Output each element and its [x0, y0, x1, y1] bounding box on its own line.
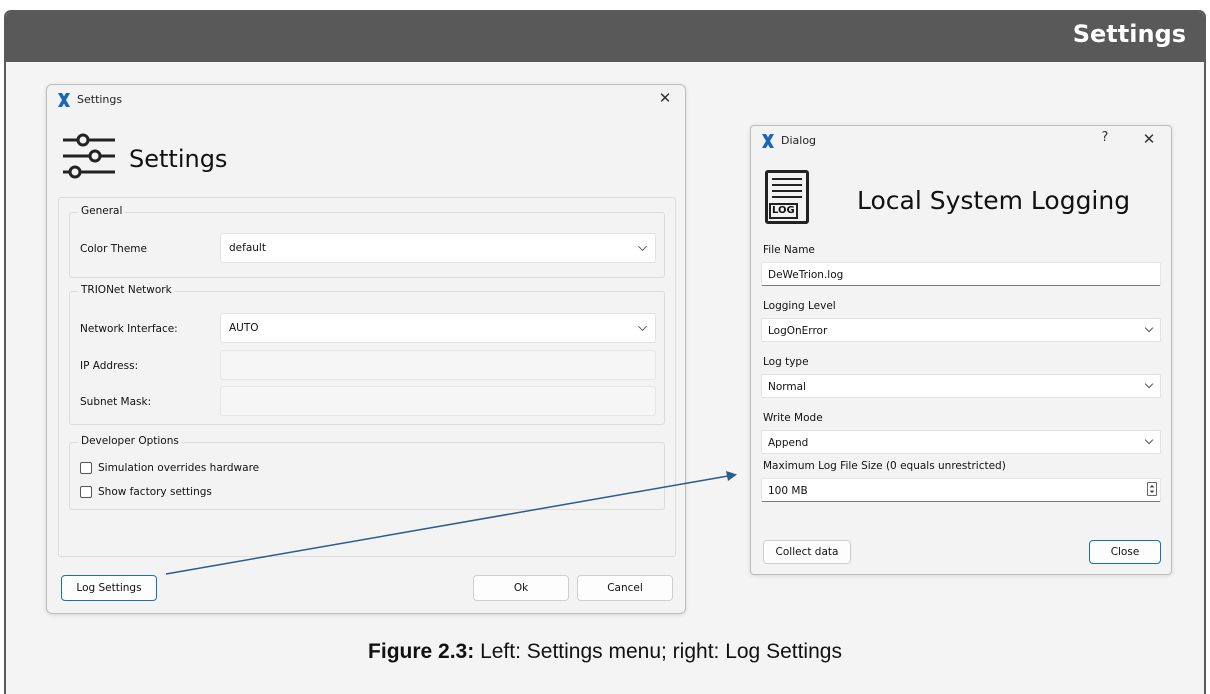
checkbox-icon[interactable] [80, 462, 92, 474]
figure-caption: Figure 2.3: Left: Settings menu; right: … [0, 640, 1210, 664]
write-mode-label: Write Mode [763, 412, 823, 424]
caption-text: Left: Settings menu; right: Log Settings [474, 640, 842, 663]
log-type-label: Log type [763, 356, 809, 368]
settings-window-title: Settings [77, 93, 123, 106]
settings-panel: General Color Theme default TRIONet Netw… [58, 197, 676, 557]
frame-header: Settings [6, 12, 1204, 62]
group-trionet-title: TRIONet Network [78, 284, 175, 296]
sliders-icon [63, 133, 115, 179]
spin-icon[interactable] [1147, 482, 1157, 496]
log-dialog: Dialog ? ✕ LOG Local System Logging File… [750, 125, 1172, 575]
color-theme-value: default [229, 242, 266, 254]
dialog-titlebar: Dialog ? ✕ [751, 126, 1171, 156]
network-interface-label: Network Interface: [80, 323, 178, 335]
factory-label: Show factory settings [98, 486, 212, 498]
file-name-input[interactable]: DeWeTrion.log [761, 262, 1161, 286]
chevron-down-icon [1144, 379, 1154, 389]
subnet-mask-field[interactable] [220, 386, 656, 416]
color-theme-label: Color Theme [80, 243, 147, 255]
logging-level-label: Logging Level [763, 300, 836, 312]
collect-data-button[interactable]: Collect data [763, 540, 851, 564]
chevron-down-icon [638, 322, 647, 331]
settings-header: Settings [129, 145, 228, 173]
settings-titlebar: Settings ✕ [47, 85, 685, 115]
network-interface-value: AUTO [229, 322, 259, 334]
log-file-icon: LOG [765, 170, 809, 224]
max-size-spinbox[interactable]: 100 MB [761, 478, 1161, 502]
write-mode-value: Append [768, 437, 809, 449]
app-x-icon [58, 93, 70, 107]
dialog-title: Dialog [781, 134, 817, 147]
help-icon[interactable]: ? [1095, 130, 1115, 145]
log-type-value: Normal [768, 381, 806, 393]
settings-window: Settings ✕ Settings General Color Theme … [46, 84, 686, 614]
close-icon[interactable]: ✕ [655, 89, 675, 107]
ip-address-field[interactable] [220, 350, 656, 380]
file-name-label: File Name [763, 244, 815, 256]
log-type-select[interactable]: Normal [761, 374, 1161, 398]
figure-label: Figure 2.3: [368, 640, 475, 663]
app-x-icon [762, 134, 774, 148]
ip-address-label: IP Address: [80, 360, 139, 372]
logging-level-value: LogOnError [768, 325, 828, 337]
group-general-title: General [78, 205, 126, 217]
max-size-label: Maximum Log File Size (0 equals unrestri… [763, 460, 1006, 472]
checkbox-icon[interactable] [80, 486, 92, 498]
group-trionet: TRIONet Network Network Interface: AUTO … [69, 284, 665, 425]
frame-title: Settings [1072, 20, 1186, 48]
subnet-mask-label: Subnet Mask: [80, 396, 152, 408]
group-developer: Developer Options Simulation overrides h… [69, 435, 665, 510]
file-name-value: DeWeTrion.log [768, 269, 844, 281]
chevron-down-icon [1144, 323, 1154, 333]
close-button[interactable]: Close [1089, 540, 1161, 564]
network-interface-select[interactable]: AUTO [220, 313, 656, 343]
ok-button[interactable]: Ok [473, 575, 569, 601]
cancel-button[interactable]: Cancel [577, 575, 673, 601]
color-theme-select[interactable]: default [220, 233, 656, 263]
group-general: General Color Theme default [69, 205, 665, 278]
group-developer-title: Developer Options [78, 435, 182, 447]
write-mode-select[interactable]: Append [761, 430, 1161, 454]
chevron-down-icon [1144, 435, 1154, 445]
log-file-icon-text: LOG [769, 203, 798, 219]
chevron-down-icon [638, 242, 647, 251]
logging-level-select[interactable]: LogOnError [761, 318, 1161, 342]
max-size-value: 100 MB [768, 485, 808, 497]
log-settings-button[interactable]: Log Settings [61, 575, 157, 601]
close-icon[interactable]: ✕ [1139, 130, 1159, 148]
dialog-header: Local System Logging [857, 186, 1131, 215]
simulation-label: Simulation overrides hardware [98, 462, 260, 474]
